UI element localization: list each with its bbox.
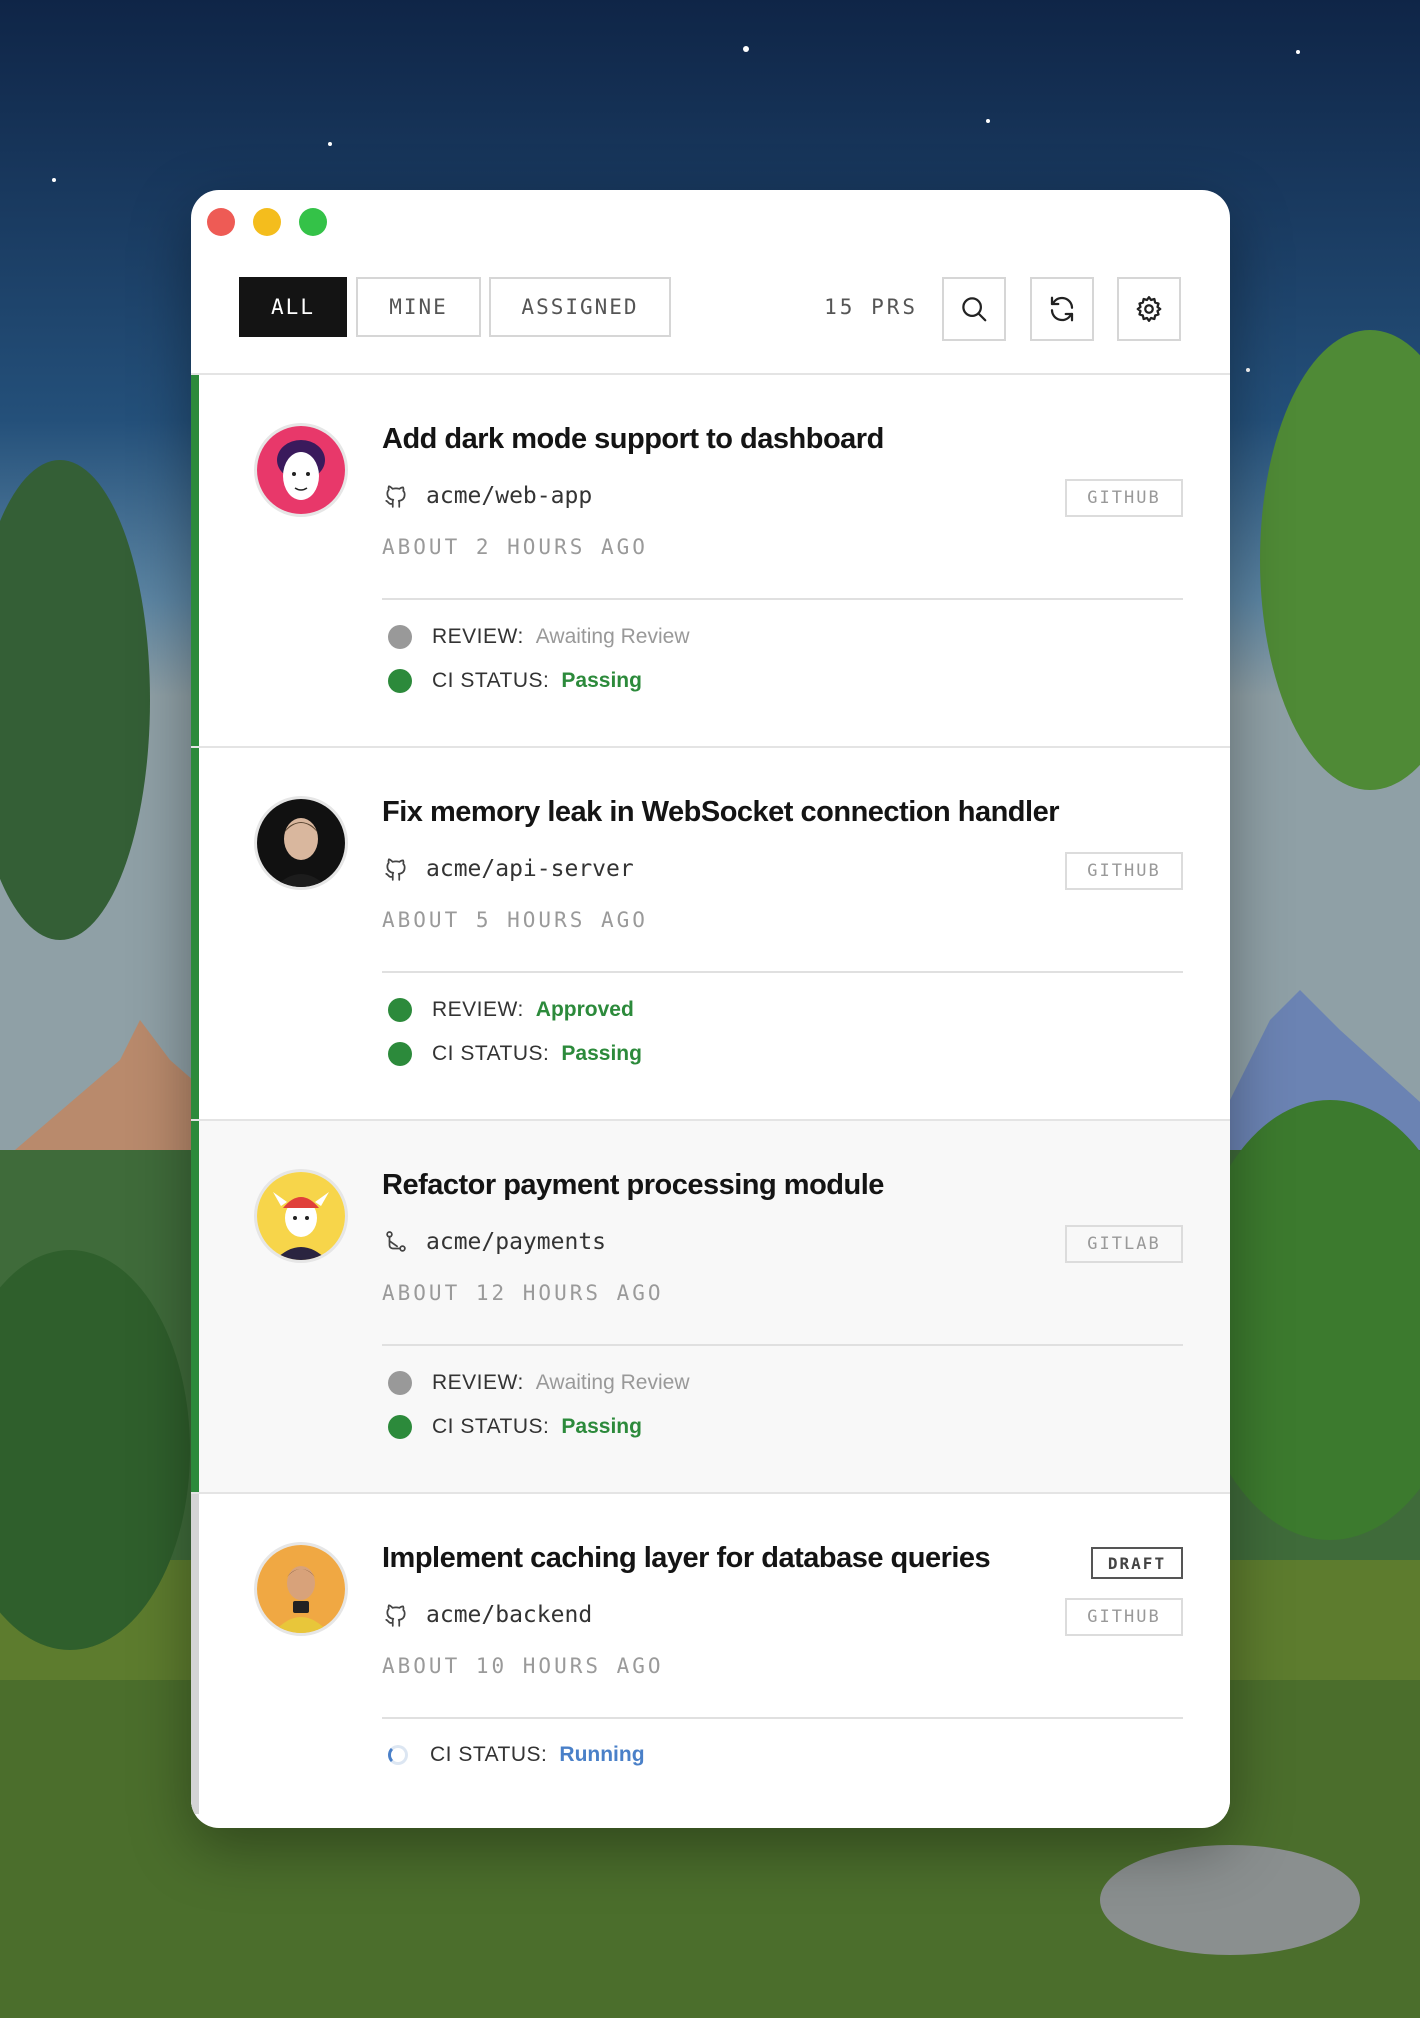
review-status: REVIEW: Awaiting Review: [388, 622, 689, 652]
review-value: Awaiting Review: [535, 1371, 690, 1394]
repo-name: acme/web-app: [426, 483, 593, 509]
minimize-window-button[interactable]: [253, 208, 281, 236]
github-icon: [382, 482, 410, 510]
ci-status: CI STATUS: Passing: [388, 666, 642, 696]
ci-status-dot: [388, 1415, 412, 1439]
review-status-dot: [388, 1371, 412, 1395]
zoom-window-button[interactable]: [299, 208, 327, 236]
repo-row: acme/backend: [382, 1600, 592, 1630]
tab-all[interactable]: ALL: [239, 277, 347, 337]
avatar: [254, 1542, 348, 1636]
filter-toolbar: ALL MINE ASSIGNED 15 PRS: [191, 250, 1230, 375]
draft-badge: DRAFT: [1091, 1547, 1183, 1579]
ci-value: Passing: [561, 1042, 642, 1065]
search-icon: [962, 297, 987, 322]
status-stripe: [191, 1494, 199, 1814]
review-status-dot: [388, 998, 412, 1022]
tab-assigned[interactable]: ASSIGNED: [489, 277, 671, 337]
tab-mine[interactable]: MINE: [356, 277, 481, 337]
loading-spinner-icon: [388, 1745, 408, 1765]
avatar: [254, 1169, 348, 1263]
search-button[interactable]: [942, 277, 1006, 341]
review-status: REVIEW: Awaiting Review: [388, 1368, 689, 1398]
merge-request-icon: [382, 1228, 410, 1256]
review-label: REVIEW:: [432, 625, 524, 648]
platform-badge: GITLAB: [1065, 1225, 1183, 1263]
gear-icon: [1136, 296, 1162, 322]
review-label: REVIEW:: [432, 998, 524, 1021]
ci-status-dot: [388, 1042, 412, 1066]
ci-value: Passing: [561, 1415, 642, 1438]
time-ago: ABOUT 12 HOURS AGO: [382, 1281, 664, 1305]
ci-label: CI STATUS:: [432, 1042, 550, 1065]
ci-label: CI STATUS:: [430, 1743, 548, 1766]
platform-badge: GITHUB: [1065, 479, 1183, 517]
time-ago: ABOUT 2 HOURS AGO: [382, 535, 648, 559]
ci-value: Running: [559, 1743, 645, 1766]
time-ago: ABOUT 10 HOURS AGO: [382, 1654, 664, 1678]
status-stripe: [191, 748, 199, 1119]
avatar: [254, 796, 348, 890]
pr-list-item[interactable]: Refactor payment processing module acme/…: [191, 1121, 1230, 1494]
pr-title[interactable]: Implement caching layer for database que…: [382, 1542, 991, 1575]
review-status-dot: [388, 625, 412, 649]
repo-row: acme/api-server: [382, 854, 634, 884]
repo-name: acme/payments: [426, 1229, 607, 1255]
refresh-icon: [1050, 296, 1074, 322]
pr-list: Add dark mode support to dashboard acme/…: [191, 375, 1230, 1814]
divider: [382, 971, 1183, 973]
pr-title[interactable]: Fix memory leak in WebSocket connection …: [382, 796, 1060, 829]
review-value: Awaiting Review: [535, 625, 690, 648]
pr-title[interactable]: Refactor payment processing module: [382, 1169, 884, 1202]
review-label: REVIEW:: [432, 1371, 524, 1394]
platform-badge: GITHUB: [1065, 1598, 1183, 1636]
status-stripe: [191, 1121, 199, 1492]
pr-list-item[interactable]: Fix memory leak in WebSocket connection …: [191, 748, 1230, 1121]
avatar: [254, 423, 348, 517]
divider: [382, 1717, 1183, 1719]
pr-list-item[interactable]: Implement caching layer for database que…: [191, 1494, 1230, 1814]
time-ago: ABOUT 5 HOURS AGO: [382, 908, 648, 932]
review-value: Approved: [535, 998, 634, 1021]
ci-label: CI STATUS:: [432, 1415, 550, 1438]
ci-status: CI STATUS: Running: [388, 1740, 645, 1770]
repo-row: acme/payments: [382, 1227, 606, 1257]
ci-status: CI STATUS: Passing: [388, 1412, 642, 1442]
settings-button[interactable]: [1117, 277, 1181, 341]
divider: [382, 598, 1183, 600]
github-icon: [382, 1601, 410, 1629]
titlebar: [191, 190, 1230, 250]
pr-count: 15 PRS: [824, 295, 918, 319]
ci-label: CI STATUS:: [432, 669, 550, 692]
review-status: REVIEW: Approved: [388, 995, 634, 1025]
refresh-button[interactable]: [1030, 277, 1094, 341]
status-stripe: [191, 375, 199, 746]
ci-status: CI STATUS: Passing: [388, 1039, 642, 1069]
close-window-button[interactable]: [207, 208, 235, 236]
ci-status-dot: [388, 669, 412, 693]
pr-title[interactable]: Add dark mode support to dashboard: [382, 423, 884, 456]
platform-badge: GITHUB: [1065, 852, 1183, 890]
repo-row: acme/web-app: [382, 481, 592, 511]
repo-name: acme/backend: [426, 1602, 593, 1628]
divider: [382, 1344, 1183, 1346]
pr-list-item[interactable]: Add dark mode support to dashboard acme/…: [191, 375, 1230, 748]
github-icon: [382, 855, 410, 883]
ci-value: Passing: [561, 669, 642, 692]
pr-monitor-window: ALL MINE ASSIGNED 15 PRS Add dark mode s…: [191, 190, 1230, 1828]
repo-name: acme/api-server: [426, 856, 634, 882]
